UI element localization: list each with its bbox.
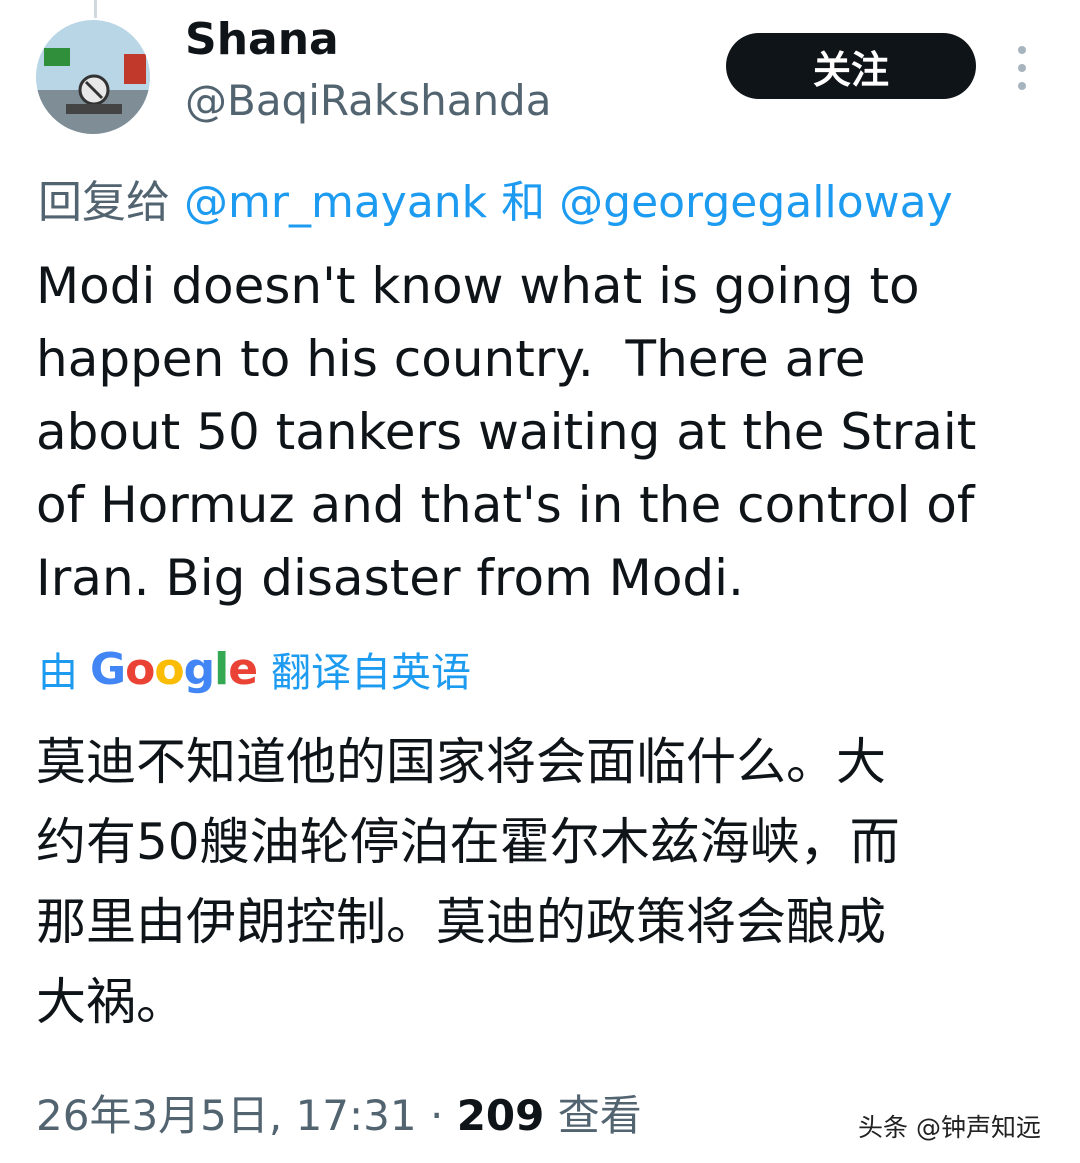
avatar-image (36, 20, 150, 134)
thread-connector-line (94, 0, 97, 18)
more-dot (1018, 64, 1026, 72)
follow-button[interactable]: 关注 (726, 33, 976, 99)
tweet-text: Modi doesn't know what is going to happe… (36, 257, 977, 607)
more-dot (1018, 82, 1026, 90)
translated-tweet-text: 莫迪不知道他的国家将会面临什么。大 约有50艘油轮停泊在霍尔木兹海峡，而 那里由… (36, 733, 900, 1031)
translation-attribution[interactable]: 由 Google 翻译自英语 (38, 640, 471, 698)
view-label: 查看 (544, 1091, 642, 1140)
watermark: 头条 @钟声知远 (858, 1113, 1041, 1142)
translation-prefix: 由 (38, 650, 78, 696)
tweet-meta: 26年3月5日, 17:31 · 209 查看 (36, 1082, 642, 1143)
view-count: 209 (456, 1091, 545, 1140)
reply-prefix: 回复给 (38, 177, 184, 228)
avatar[interactable] (36, 20, 150, 134)
reply-to-line: 回复给 @mr_mayank 和 @georgegalloway (38, 166, 953, 230)
reply-user-link-1[interactable]: @mr_mayank (184, 177, 487, 228)
translation-suffix: 翻译自英语 (271, 650, 472, 696)
reply-user-link-2[interactable]: @georgegalloway (559, 177, 953, 228)
reply-joiner: 和 (487, 177, 560, 228)
author-display-name[interactable]: Shana (185, 14, 339, 65)
more-vertical-icon[interactable] (1008, 46, 1036, 90)
tweet-datetime[interactable]: 26年3月5日, 17:31 · (36, 1091, 457, 1140)
google-logo: Google (90, 643, 258, 695)
more-dot (1018, 46, 1026, 54)
author-handle[interactable]: @BaqiRakshanda (185, 76, 551, 125)
